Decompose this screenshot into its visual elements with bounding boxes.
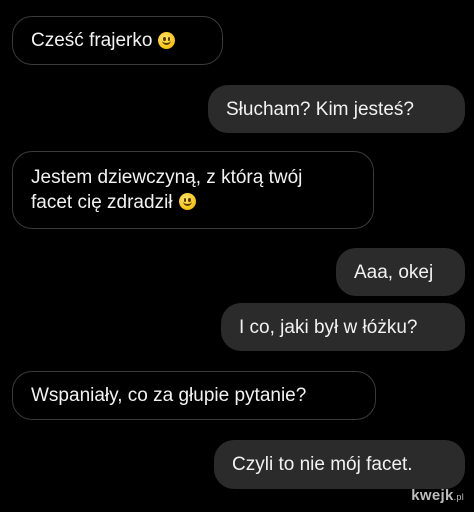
message-text-block: Jestem dziewczyną, z którą twój facet ci…	[31, 165, 302, 215]
message-text: Cześć frajerko	[31, 30, 153, 51]
message-bubble-outgoing[interactable]: Słucham? Kim jesteś?	[208, 85, 465, 133]
message-text-line: facet cię zdradził	[31, 190, 302, 215]
message-text: Czyli to nie mój facet.	[232, 454, 413, 475]
message-bubble-incoming[interactable]: Wspaniały, co za głupie pytanie?	[12, 371, 376, 420]
watermark-brand: kwejk	[411, 487, 454, 504]
message-bubble-outgoing[interactable]: Aaa, okej	[336, 248, 465, 296]
message-text: Aaa, okej	[354, 261, 434, 283]
smiling-face-emoji-icon	[178, 193, 196, 210]
message-bubble-outgoing[interactable]: Czyli to nie mój facet.	[214, 440, 465, 489]
message-text: facet cię zdradził	[31, 192, 173, 213]
kwejk-watermark: kwejk.pl	[411, 487, 464, 504]
message-bubble-incoming[interactable]: Cześć frajerko	[12, 16, 223, 65]
message-text: I co, jaki był w łóżku?	[239, 316, 418, 338]
message-text: Wspaniały, co za głupie pytanie?	[31, 385, 307, 406]
message-bubble-outgoing[interactable]: I co, jaki był w łóżku?	[221, 303, 465, 351]
message-text-line: Jestem dziewczyną, z którą twój	[31, 167, 303, 188]
message-text: Słucham? Kim jesteś?	[226, 98, 414, 120]
watermark-suffix: .pl	[453, 492, 464, 502]
message-bubble-incoming[interactable]: Jestem dziewczyną, z którą twój facet ci…	[12, 151, 374, 229]
smiling-face-emoji-icon	[158, 32, 176, 49]
